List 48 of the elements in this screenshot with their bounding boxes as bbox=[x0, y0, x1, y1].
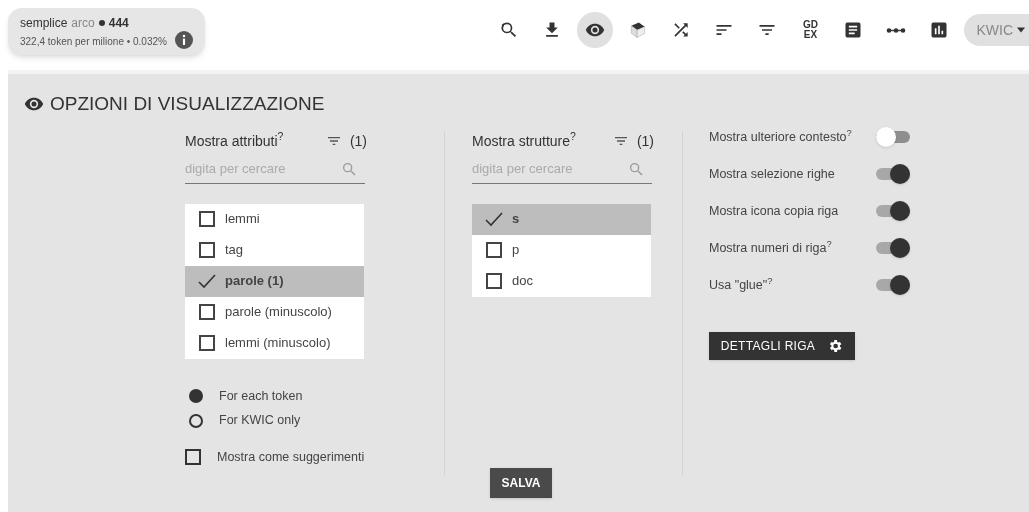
selected-count: (1) bbox=[349, 131, 367, 151]
toggle-switch[interactable] bbox=[876, 128, 910, 146]
toggle-label: Mostra ulteriore contesto$^{?}$ bbox=[709, 127, 853, 146]
toggle-label: Usa "glue"$^{?}$ bbox=[709, 275, 774, 294]
frequency-text: 322,4 token per milione • 0.032% bbox=[20, 35, 167, 49]
column-heading: Mostra attributi$^{?}$ bbox=[185, 130, 284, 151]
toolbar-button[interactable] bbox=[577, 12, 614, 48]
toggle-switch[interactable] bbox=[876, 239, 910, 257]
radio-button[interactable] bbox=[189, 413, 203, 428]
gdex-button[interactable]: GD EX bbox=[792, 12, 829, 48]
list-item[interactable]: s bbox=[472, 203, 651, 235]
checkbox[interactable] bbox=[199, 335, 215, 351]
dots-icon bbox=[886, 27, 907, 33]
checkbox[interactable] bbox=[199, 211, 215, 227]
checkbox-label: Mostra come suggerimenti bbox=[217, 449, 365, 466]
toggle-switch[interactable] bbox=[876, 202, 910, 220]
toggle-label: Mostra numeri di riga$^{?}$ bbox=[709, 238, 833, 257]
search-field[interactable]: digita per cercare bbox=[472, 159, 628, 179]
checkbox[interactable] bbox=[199, 304, 215, 320]
query-text: semplice bbox=[20, 15, 68, 32]
radio-label: For each token bbox=[219, 387, 303, 405]
info-icon[interactable] bbox=[174, 31, 193, 49]
list-item[interactable]: parole (1) bbox=[185, 265, 364, 297]
details-button[interactable]: DETTAGLI RIGA bbox=[709, 331, 855, 360]
toggle-switch[interactable] bbox=[876, 165, 910, 183]
bullet-icon bbox=[98, 20, 105, 26]
toggle-label: Mostra icona copia riga bbox=[709, 202, 840, 220]
toggle-label: Mostra selezione righe bbox=[709, 165, 836, 183]
checkbox[interactable] bbox=[486, 242, 502, 258]
checkbox[interactable] bbox=[199, 242, 215, 258]
query-term: arco bbox=[71, 15, 95, 32]
search-icon bbox=[628, 161, 644, 177]
radio-button[interactable] bbox=[189, 388, 203, 403]
checkbox[interactable] bbox=[486, 273, 502, 289]
selected-count: (1) bbox=[636, 131, 654, 151]
column-heading: Mostra strutture$^{?}$ bbox=[472, 130, 576, 151]
search-field[interactable]: digita per cercare bbox=[185, 159, 341, 179]
save-button[interactable]: SALVA bbox=[489, 467, 553, 498]
panel-title: OPZIONI DI VISUALIZZAZIONE bbox=[50, 92, 325, 116]
chart-icon bbox=[929, 20, 950, 40]
caret-icon bbox=[1017, 27, 1025, 33]
settings-icon bbox=[827, 337, 844, 354]
radio-label: For KWIC only bbox=[219, 412, 301, 430]
document-icon bbox=[843, 20, 864, 40]
search-icon bbox=[341, 161, 357, 177]
hit-count: 444 bbox=[108, 15, 129, 32]
toggle-switch[interactable] bbox=[876, 276, 910, 294]
checkbox[interactable] bbox=[185, 449, 201, 466]
